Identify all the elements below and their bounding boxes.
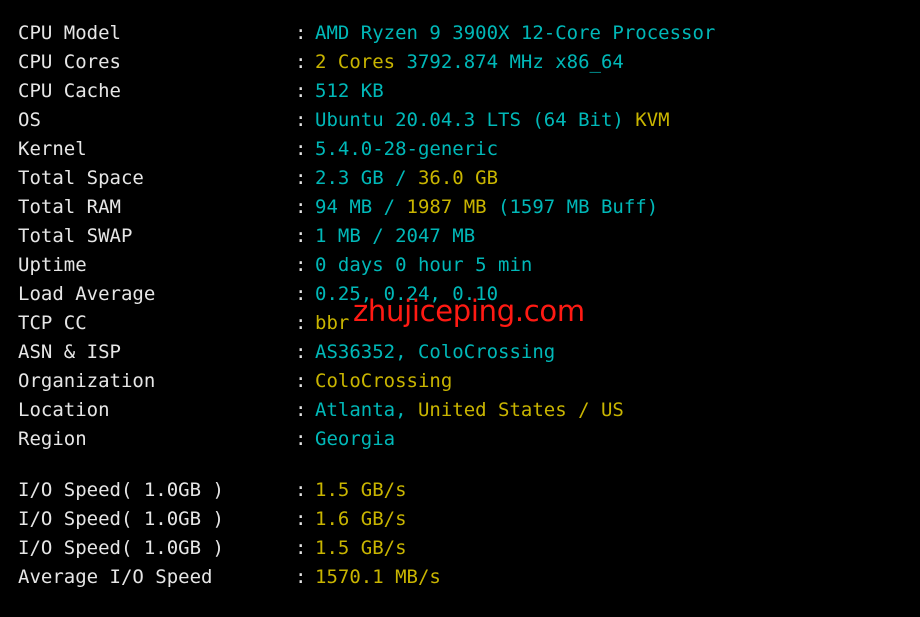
- info-row-label: Location: [18, 399, 110, 421]
- value-segment: 0.25, 0.24, 0.10: [315, 283, 499, 305]
- info-row-colon: :: [295, 508, 307, 530]
- info-row-value: 1.5 GB/s: [315, 476, 407, 505]
- info-row-label: CPU Cache: [18, 80, 121, 102]
- info-row-label: Total SWAP: [18, 225, 133, 247]
- value-segment: United States / US: [417, 399, 624, 421]
- info-row-value: 1.5 GB/s: [315, 534, 407, 563]
- value-segment: 36.0 GB: [417, 167, 499, 189]
- separator-middle: ----------------------------------------…: [0, 467, 920, 469]
- info-row-label: TCP CC: [18, 312, 87, 334]
- value-segment: 1.5 GB/s: [315, 537, 407, 559]
- info-row-colon: :: [295, 167, 307, 189]
- info-row-value: 2.3 GB / 36.0 GB: [315, 164, 498, 193]
- info-row-label: Organization: [18, 370, 156, 392]
- info-row-colon: :: [295, 225, 307, 247]
- value-segment: 2.3 GB /: [315, 167, 418, 189]
- info-row-colon: :: [295, 138, 307, 160]
- info-row-colon: :: [295, 109, 307, 131]
- value-segment: Ubuntu 20.04.3 LTS (64 Bit): [315, 109, 636, 131]
- value-segment: 1987 MB: [406, 196, 499, 218]
- info-row-label: CPU Cores: [18, 51, 121, 73]
- info-row-value: 2 Cores 3792.874 MHz x86_64: [315, 48, 624, 77]
- info-row-value: 0 days 0 hour 5 min: [315, 251, 532, 280]
- value-segment: 5.4.0-28-generic: [315, 138, 499, 160]
- info-row-value: 1570.1 MB/s: [315, 563, 441, 592]
- info-row-colon: :: [295, 22, 307, 44]
- separator-top: ----------------------------------------…: [0, 10, 920, 12]
- info-row-value: Georgia: [315, 425, 395, 454]
- info-row-value: bbr: [315, 309, 349, 338]
- value-segment: Georgia: [315, 428, 396, 450]
- info-row-label: Kernel: [18, 138, 87, 160]
- info-row-value: 94 MB / 1987 MB (1597 MB Buff): [315, 193, 658, 222]
- info-row-value: Ubuntu 20.04.3 LTS (64 Bit) KVM: [315, 106, 670, 135]
- value-segment: 94 MB /: [315, 196, 407, 218]
- value-segment: 2 Cores: [315, 51, 407, 73]
- terminal-output: ----------------------------------------…: [0, 0, 920, 617]
- value-segment: 1.6 GB/s: [315, 508, 407, 530]
- info-row-label: I/O Speed( 1.0GB ): [18, 537, 224, 559]
- info-row-label: I/O Speed( 1.0GB ): [18, 479, 224, 501]
- info-row-label: Region: [18, 428, 87, 450]
- info-row-label: Average I/O Speed: [18, 566, 213, 588]
- value-segment: 1 MB / 2047 MB: [315, 225, 476, 247]
- info-row-colon: :: [295, 341, 307, 363]
- info-row-value: 1 MB / 2047 MB: [315, 222, 475, 251]
- info-row-value: Atlanta, United States / US: [315, 396, 624, 425]
- info-row-colon: :: [295, 254, 307, 276]
- value-segment: 3792.874 MHz x86_64: [406, 51, 624, 73]
- value-segment: AMD Ryzen 9 3900X 12-Core Processor: [315, 22, 716, 44]
- info-row-value: 1.6 GB/s: [315, 505, 407, 534]
- value-segment: 0 days 0 hour 5 min: [315, 254, 533, 276]
- info-row-label: ASN & ISP: [18, 341, 121, 363]
- info-row-label: Load Average: [18, 283, 156, 305]
- value-segment: 1.5 GB/s: [315, 479, 407, 501]
- info-row-colon: :: [295, 566, 307, 588]
- info-row-colon: :: [295, 283, 307, 305]
- info-row-colon: :: [295, 537, 307, 559]
- info-row-colon: :: [295, 51, 307, 73]
- value-segment: Atlanta,: [315, 399, 418, 421]
- info-row-colon: :: [295, 370, 307, 392]
- info-row-label: Total RAM: [18, 196, 121, 218]
- info-row-colon: :: [295, 399, 307, 421]
- info-row-label: Total Space: [18, 167, 144, 189]
- info-row-label: Uptime: [18, 254, 87, 276]
- info-row-value: 0.25, 0.24, 0.10: [315, 280, 498, 309]
- info-row-value: AMD Ryzen 9 3900X 12-Core Processor: [315, 19, 715, 48]
- info-row-colon: :: [295, 312, 307, 334]
- info-row-colon: :: [295, 196, 307, 218]
- info-row-value: 512 KB: [315, 77, 384, 106]
- info-row-label: I/O Speed( 1.0GB ): [18, 508, 224, 530]
- separator-bottom: ----------------------------------------…: [0, 606, 920, 608]
- info-row-label: OS: [18, 109, 41, 131]
- info-row-colon: :: [295, 428, 307, 450]
- info-row-label: CPU Model: [18, 22, 121, 44]
- info-row-value: ColoCrossing: [315, 367, 452, 396]
- info-row-colon: :: [295, 80, 307, 102]
- value-segment: bbr: [315, 312, 350, 334]
- value-segment: (1597 MB Buff): [498, 196, 659, 218]
- value-segment: AS36352, ColoCrossing: [315, 341, 556, 363]
- value-segment: KVM: [635, 109, 670, 131]
- value-segment: 512 KB: [315, 80, 384, 102]
- info-row-value: AS36352, ColoCrossing: [315, 338, 555, 367]
- value-segment: ColoCrossing: [315, 370, 453, 392]
- info-row-value: 5.4.0-28-generic: [315, 135, 498, 164]
- info-row-colon: :: [295, 479, 307, 501]
- value-segment: 1570.1 MB/s: [315, 566, 441, 588]
